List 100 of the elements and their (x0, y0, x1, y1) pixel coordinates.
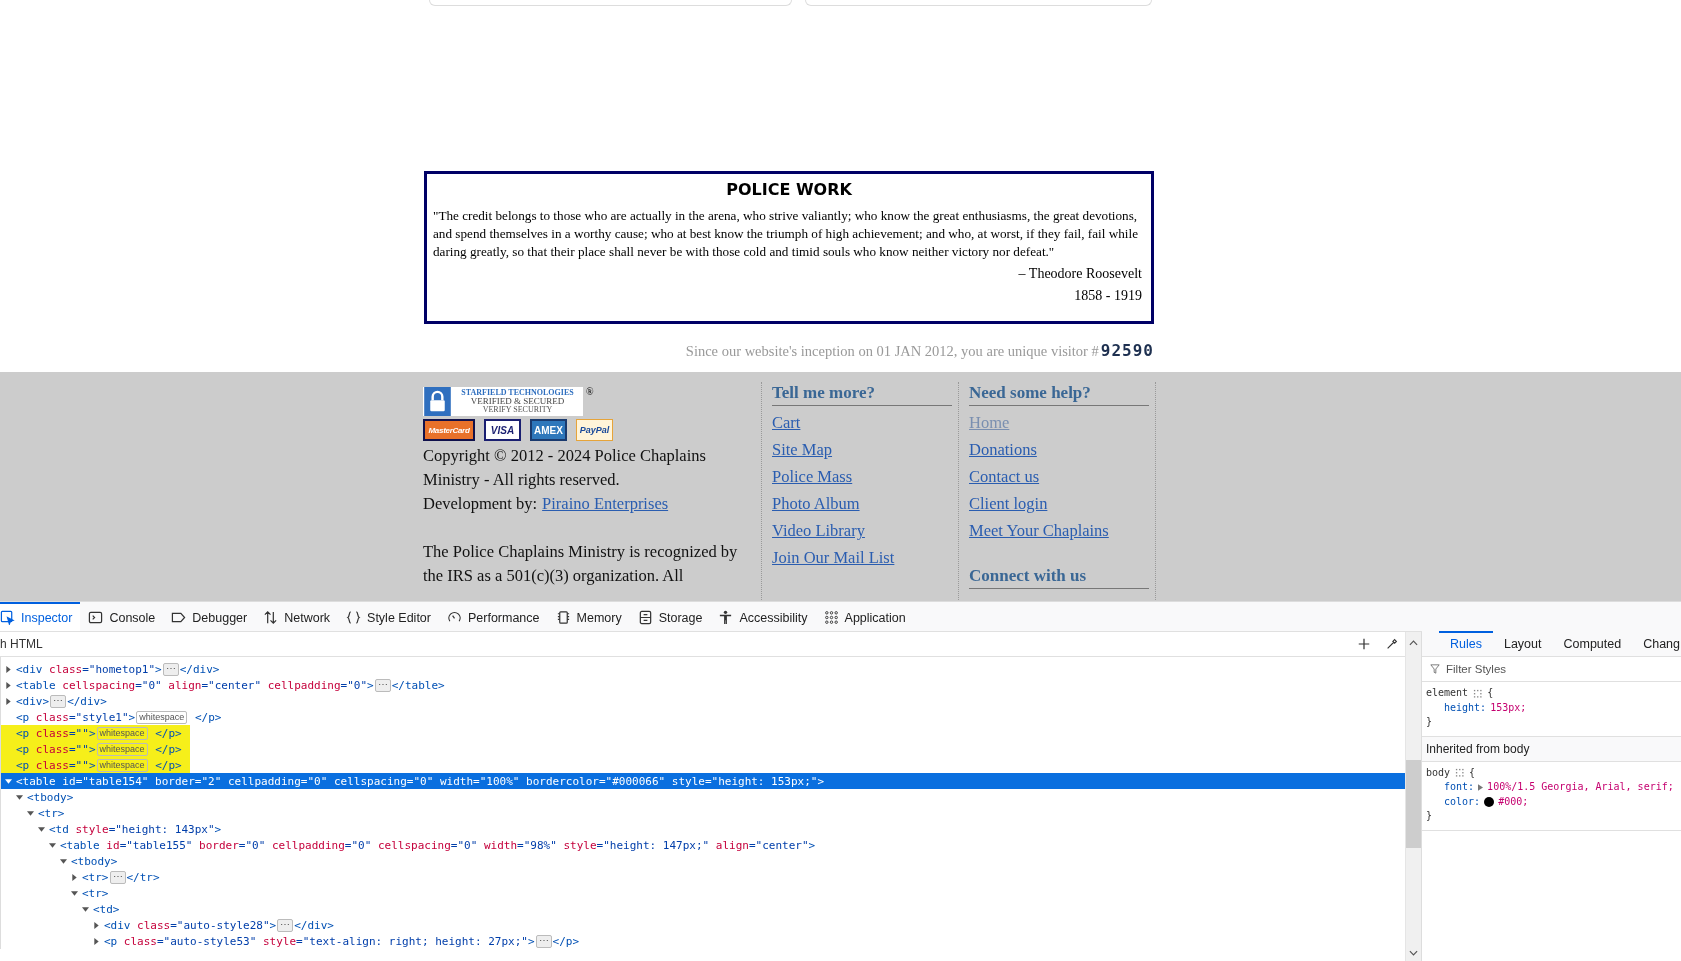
markup-row[interactable]: <tr> ⋯ </tr> (1, 869, 1405, 885)
markup-row[interactable]: <p class=""> whitespace </p> (1, 741, 1405, 757)
expand-arrow-icon[interactable] (93, 937, 100, 945)
markup-row[interactable]: <p class="auto-style53" style="text-align: right; height: 27px;"> ⋯ </p> (1, 933, 1405, 949)
markup-row[interactable]: <p class=""> whitespace </p> (1, 725, 1405, 741)
markup-row[interactable]: <tbody> (1, 789, 1405, 805)
payment-card-logo: PayPal (576, 419, 613, 441)
expand-arrow-icon[interactable] (5, 697, 12, 705)
collapse-arrow-icon[interactable] (27, 809, 34, 817)
markup-row[interactable]: <p class="style1"> whitespace </p> (1, 709, 1405, 725)
footer-link[interactable]: Donations (969, 438, 1037, 462)
markup-row[interactable]: <tr> (1, 805, 1405, 821)
markup-text: </p> (552, 934, 579, 948)
markup-text: <p class="style1"> (16, 710, 136, 724)
footer-link[interactable]: Video Library (772, 519, 865, 543)
scroll-up-icon[interactable] (1409, 640, 1418, 646)
expand-arrow-icon[interactable] (5, 681, 12, 689)
footer-link[interactable]: Police Mass (772, 465, 853, 489)
scrollbar[interactable] (1405, 632, 1421, 961)
footer-heading: Need some help? (969, 382, 1149, 406)
collapse-arrow-icon[interactable] (71, 889, 78, 897)
devtools-tab[interactable]: Memory (547, 602, 630, 631)
developer-link[interactable]: Piraino Enterprises (542, 492, 669, 516)
markup-text: </p> (154, 758, 182, 772)
visitor-text: Since our website's inception on 01 JAN 2012, you are unique visitor # (685, 343, 1099, 360)
console-icon (88, 610, 104, 625)
collapse-arrow-icon[interactable] (49, 841, 56, 849)
devtools-tab[interactable]: Console (80, 602, 164, 631)
copyright-text: Copyright © 2012 - 2024 Police Chaplains Ministry - All rights reserved. (423, 445, 707, 491)
footer-link[interactable]: Contact us (969, 465, 1040, 489)
markup-row[interactable]: <div class="hometop1"> ⋯ </div> (1, 661, 1405, 677)
brace-text: { (1487, 686, 1494, 700)
footer-link[interactable]: Photo Album (772, 492, 860, 516)
collapse-arrow-icon[interactable] (82, 905, 89, 913)
devtools-tab[interactable]: Debugger (163, 602, 256, 631)
markup-text: <tr> (82, 886, 109, 900)
footer-link[interactable]: Cart (772, 411, 801, 435)
css-value[interactable]: 100%/1.5 Georgia, Arial, serif; (1487, 780, 1674, 795)
expand-arrow-icon[interactable] (5, 665, 12, 673)
security-seal[interactable]: STARFIELD TECHNOLOGIES VERIFIED & SECURED VERIFY SECURITY (423, 387, 583, 416)
markup-row[interactable]: <p class=""> whitespace </p> (1, 757, 1405, 773)
css-property[interactable]: height: (1444, 700, 1487, 715)
sidebar-tab[interactable]: Rules (1439, 631, 1493, 655)
css-value[interactable]: #000; (1498, 794, 1529, 809)
footer-link[interactable]: Join Our Mail List (772, 546, 895, 570)
collapse-arrow-icon[interactable] (38, 825, 45, 833)
sidebar-tab[interactable]: Computed (1552, 631, 1633, 655)
markup-row[interactable]: <div class="auto-style28"> ⋯ </div> (1, 917, 1405, 933)
rule-selector: body (1426, 765, 1451, 780)
css-property[interactable]: color: (1444, 794, 1481, 809)
color-swatch[interactable] (1484, 796, 1495, 807)
footer-link[interactable]: Client login (969, 492, 1048, 516)
devtools-tab[interactable]: Storage (629, 602, 711, 631)
quote-text: "The credit belongs to those who are actually in the arena, who strive valiantly; who know the great enthusiasms, the great devotions, and spend themselves in a worthy cause; who at best know the triumph of high achievement; and who, at worst, if they fail, fail while daring greatly, so that their place shall never be with those cold and timid souls who know neither victory nor defeat." (433, 207, 1139, 261)
ellipsis-button[interactable]: ⋯ (374, 678, 391, 692)
markup-text: <table id="table154" border="2" cellpadding="0" cellspacing="0" width="100%" bordercolor="#000066" style="height: 153px;"> (16, 774, 825, 788)
grid-dots-icon[interactable] (1455, 768, 1465, 778)
collapse-arrow-icon[interactable] (5, 777, 12, 785)
expand-arrow-icon[interactable] (1478, 783, 1484, 791)
markup-row[interactable]: <tr> (1, 885, 1405, 901)
collapse-arrow-icon[interactable] (16, 793, 23, 801)
ellipsis-button[interactable]: ⋯ (535, 934, 552, 948)
markup-row[interactable]: <td style="height: 143px"> (1, 821, 1405, 837)
devtools-tab[interactable]: Application (815, 602, 914, 631)
eyedropper-icon[interactable] (1385, 637, 1399, 651)
development-label: Development by: (423, 493, 538, 515)
ellipsis-button[interactable]: ⋯ (50, 694, 67, 708)
markup-row[interactable]: <td> (1, 901, 1405, 917)
devtools-tab[interactable]: Style Editor (338, 602, 439, 631)
ellipsis-button[interactable]: ⋯ (277, 918, 294, 932)
ellipsis-button[interactable]: ⋯ (162, 662, 179, 676)
payment-card-logo: VISA (484, 419, 521, 441)
scroll-down-icon[interactable] (1409, 950, 1418, 956)
search-html-field[interactable]: h HTML (0, 637, 1349, 651)
network-icon (263, 610, 279, 625)
markup-row[interactable]: <table cellspacing="0" align="center" cellpadding="0"> ⋯ </table> (1, 677, 1405, 693)
footer-link[interactable]: Site Map (772, 438, 833, 462)
sidebar-tab[interactable]: Chang (1632, 631, 1681, 655)
markup-row[interactable]: <table id="table155" border="0" cellpadding="0" cellspacing="0" width="98%" style="height: 147px;" align="center"> (1, 837, 1405, 853)
grid-dots-icon[interactable] (1473, 688, 1483, 698)
css-value[interactable]: 153px; (1490, 700, 1527, 715)
ellipsis-button[interactable]: ⋯ (109, 870, 126, 884)
grid-icon (823, 610, 839, 625)
devtools-tab[interactable]: Inspector (0, 602, 81, 631)
devtools-tab[interactable]: Network (255, 602, 339, 631)
markup-row[interactable]: <table id="table154" border="2" cellpadding="0" cellspacing="0" width="100%" bordercolor="#000066" style="height: 153px;"> (1, 773, 1405, 789)
expand-arrow-icon[interactable] (71, 873, 78, 881)
devtools-tab[interactable]: Accessibility (710, 602, 816, 631)
registered-mark: ® (586, 387, 594, 397)
footer-link[interactable]: Meet Your Chaplains (969, 519, 1109, 543)
sidebar-tab[interactable]: Layout (1492, 631, 1553, 655)
collapse-arrow-icon[interactable] (60, 857, 67, 865)
add-node-icon[interactable] (1357, 637, 1371, 651)
expand-arrow-icon[interactable] (93, 921, 100, 929)
css-property[interactable]: font: (1444, 780, 1475, 795)
devtools-tab[interactable]: Performance (438, 602, 548, 631)
markup-row[interactable]: <div> ⋯ </div> (1, 693, 1405, 709)
markup-row[interactable]: <tbody> (1, 853, 1405, 869)
payment-card-logo: MasterCard (423, 419, 475, 441)
whitespace-badge: whitespace (136, 710, 188, 724)
